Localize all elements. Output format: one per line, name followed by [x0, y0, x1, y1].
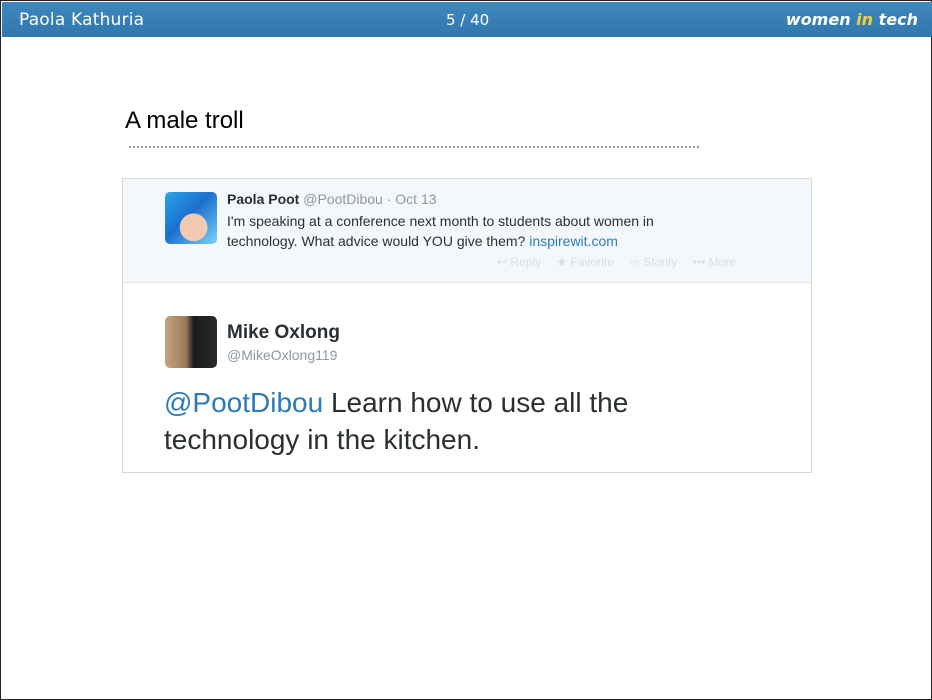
more-label: More: [708, 255, 737, 269]
more-icon: •••: [692, 255, 706, 269]
avatar[interactable]: [165, 316, 217, 368]
more-action[interactable]: ••• More: [693, 255, 736, 269]
original-tweet-header: Paola Poot @PootDibou · Oct 13: [227, 191, 437, 207]
title-divider: [129, 146, 699, 148]
reply-label: Reply: [510, 255, 542, 269]
brand-text-1: women: [785, 10, 857, 29]
tweet-embed: Paola Poot @PootDibou · Oct 13 I'm speak…: [122, 178, 812, 473]
author-name[interactable]: Mike Oxlong: [227, 322, 340, 344]
tweet-date[interactable]: Oct 13: [395, 191, 436, 207]
reply-icon: ↩: [497, 255, 508, 269]
page-indicator: 5 / 40: [446, 11, 490, 29]
original-tweet-text: I'm speaking at a conference next month …: [227, 211, 717, 251]
slide-title: A male troll: [125, 107, 244, 134]
separator: ·: [386, 191, 392, 207]
author-handle[interactable]: @PootDibou: [303, 191, 383, 207]
brand-text-3: tech: [873, 10, 918, 29]
original-tweet: Paola Poot @PootDibou · Oct 13 I'm speak…: [123, 179, 811, 283]
favorite-action[interactable]: ★ Favorite: [556, 255, 613, 269]
storify-label: Storify: [643, 255, 678, 269]
brand-text-2: in: [856, 10, 874, 29]
presenter-name: Paola Kathuria: [19, 10, 145, 30]
author-name[interactable]: Paola Poot: [227, 191, 299, 207]
star-icon: ★: [556, 255, 568, 269]
storify-action[interactable]: ♾ Storify: [629, 255, 677, 269]
reply-tweet-text: @PootDibou Learn how to use all the tech…: [164, 384, 764, 458]
avatar[interactable]: [165, 192, 217, 244]
reply-action[interactable]: ↩ Reply: [497, 255, 541, 269]
tweet-actions: ↩ Reply ★ Favorite ♾ Storify ••• More: [497, 255, 748, 269]
tweet-link[interactable]: inspirewit.com: [529, 233, 618, 249]
slide-frame: Paola Kathuria 5 / 40 women in tech A ma…: [0, 0, 932, 700]
favorite-label: Favorite: [570, 255, 614, 269]
author-handle[interactable]: @MikeOxlong119: [227, 347, 337, 363]
brand-logo: women in tech: [786, 10, 918, 29]
mention-link[interactable]: @PootDibou: [164, 387, 323, 418]
slide-header-bar: Paola Kathuria 5 / 40 women in tech: [2, 2, 932, 37]
storify-icon: ♾: [629, 255, 641, 269]
